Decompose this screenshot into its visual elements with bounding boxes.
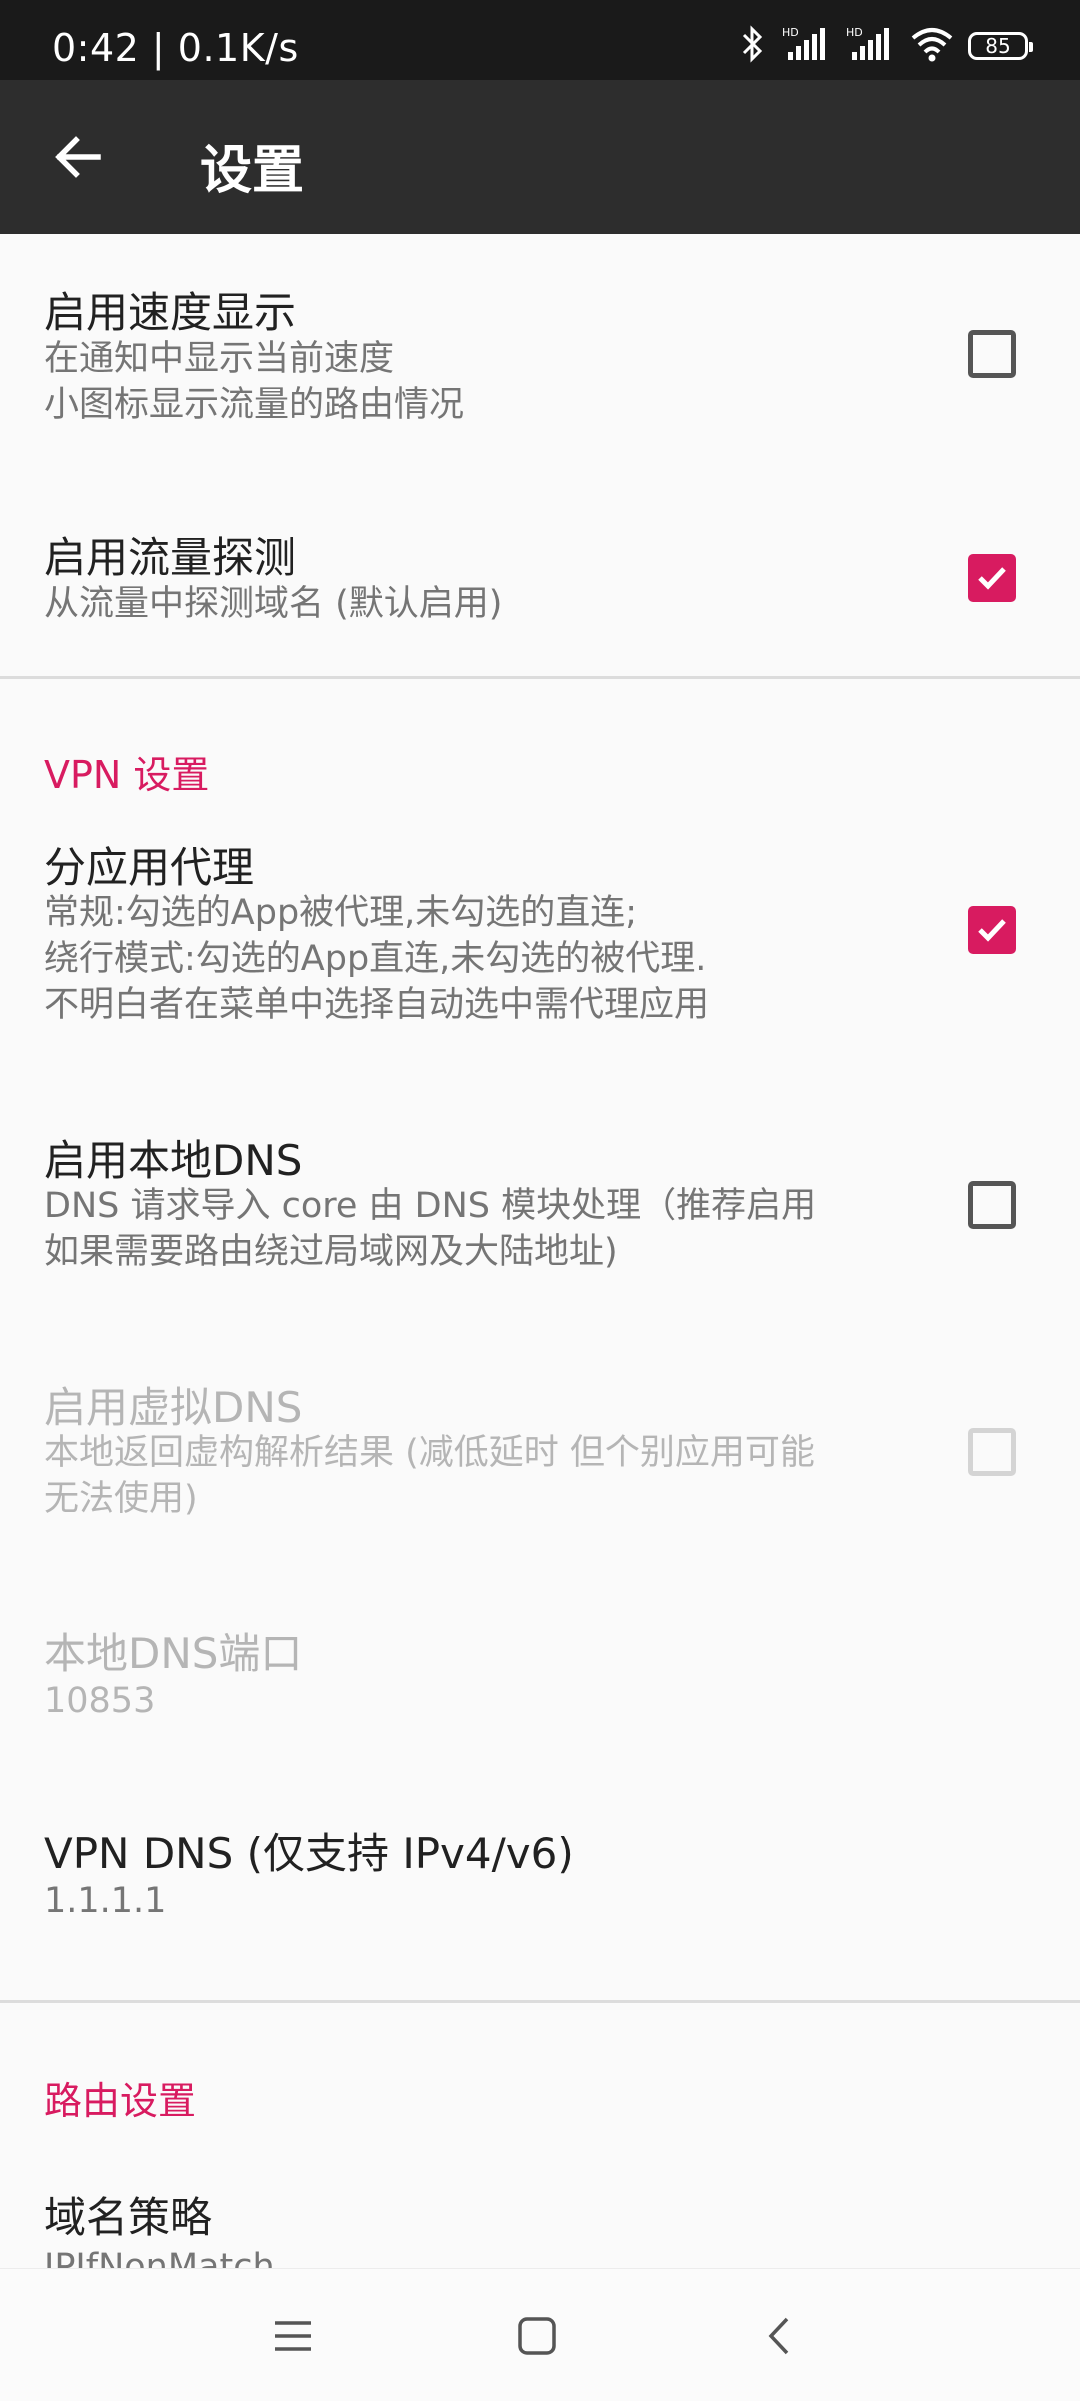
pref-sniffing[interactable]: 启用流量探测 从流量中探测域名 (默认启用) — [0, 494, 1080, 654]
page-title: 设置 — [200, 141, 305, 201]
pref-summary: 在通知中显示当前速度 — [44, 339, 395, 379]
pref-summary: 本地返回虚构解析结果 (减低延时 但个别应用可能 — [44, 1433, 815, 1473]
hd-signal-icon: HD — [782, 24, 832, 68]
menu-button[interactable] — [258, 2301, 328, 2371]
pref-title: 分应用代理 — [44, 843, 255, 892]
pref-summary: 如果需要路由绕过局域网及大陆地址) — [44, 1232, 618, 1272]
toolbar: 设置 — [0, 80, 1080, 234]
pref-summary: 绕行模式:勾选的App直连,未勾选的被代理. — [44, 939, 707, 979]
pref-value: 10853 — [44, 1681, 156, 1721]
svg-text:HD: HD — [782, 26, 799, 39]
pref-title: 启用流量探测 — [44, 533, 297, 582]
speed-display-checkbox[interactable] — [968, 330, 1016, 378]
status-time-speed: 0:42 | 0.1K/s — [52, 26, 299, 70]
pref-title: 启用本地DNS — [44, 1136, 303, 1185]
checkmark-icon — [978, 919, 1006, 942]
per-app-proxy-checkbox[interactable] — [968, 906, 1016, 954]
category-routing-settings: 路由设置 — [44, 2079, 197, 2123]
pref-value: 1.1.1.1 — [44, 1881, 167, 1921]
pref-summary: 从流量中探测域名 (默认启用) — [44, 584, 503, 624]
pref-value: IPIfNonMatch — [44, 2247, 275, 2268]
pref-title: 本地DNS端口 — [44, 1629, 303, 1678]
home-icon — [518, 2317, 556, 2355]
svg-text:HD: HD — [846, 26, 863, 39]
pref-fake-dns: 启用虚拟DNS 本地返回虚构解析结果 (减低延时 但个别应用可能 无法使用) — [0, 1374, 1080, 1574]
pref-summary: 无法使用) — [44, 1479, 198, 1519]
category-vpn-settings: VPN 设置 — [44, 753, 210, 797]
settings-list[interactable]: 启用速度显示 在通知中显示当前速度 小图标显示流量的路由情况 启用流量探测 从流… — [0, 234, 1080, 2268]
battery-level: 85 — [985, 34, 1011, 58]
navigation-bar — [0, 2268, 1080, 2401]
pref-title: VPN DNS (仅支持 IPv4/v6) — [44, 1829, 574, 1878]
status-bar: 0:42 | 0.1K/s HD HD 85 — [0, 0, 1080, 80]
pref-per-app-proxy[interactable]: 分应用代理 常规:勾选的App被代理,未勾选的直连; 绕行模式:勾选的App直连… — [0, 834, 1080, 1064]
checkmark-icon — [978, 567, 1006, 590]
pref-speed-display[interactable]: 启用速度显示 在通知中显示当前速度 小图标显示流量的路由情况 — [0, 234, 1080, 449]
back-button[interactable] — [28, 115, 128, 199]
pref-domain-strategy[interactable]: 域名策略 IPIfNonMatch — [0, 2184, 1080, 2268]
pref-title: 域名策略 — [44, 2193, 213, 2242]
arrow-left-icon — [55, 136, 101, 178]
hd-signal-icon: HD — [846, 24, 896, 68]
pref-local-dns-port: 本地DNS端口 10853 — [0, 1620, 1080, 1770]
pref-summary: 小图标显示流量的路由情况 — [44, 385, 465, 425]
sniffing-checkbox[interactable] — [968, 554, 1016, 602]
divider — [0, 2000, 1080, 2003]
menu-icon — [275, 2321, 311, 2351]
home-button[interactable] — [502, 2301, 572, 2371]
wifi-icon — [910, 24, 954, 68]
pref-summary: 常规:勾选的App被代理,未勾选的直连; — [44, 893, 638, 933]
fake-dns-checkbox — [968, 1428, 1016, 1476]
pref-local-dns[interactable]: 启用本地DNS DNS 请求导入 core 由 DNS 模块处理（推荐启用 如果… — [0, 1127, 1080, 1327]
status-icons: HD HD 85 — [738, 24, 1033, 68]
bluetooth-icon — [738, 24, 768, 68]
back-icon — [768, 2317, 789, 2355]
pref-vpn-dns[interactable]: VPN DNS (仅支持 IPv4/v6) 1.1.1.1 — [0, 1820, 1080, 1970]
battery-icon: 85 — [968, 32, 1033, 60]
pref-title: 启用虚拟DNS — [44, 1383, 303, 1432]
nav-back-button[interactable] — [745, 2301, 815, 2371]
pref-summary: 不明白者在菜单中选择自动选中需代理应用 — [44, 985, 710, 1025]
divider — [0, 676, 1080, 679]
local-dns-checkbox[interactable] — [968, 1181, 1016, 1229]
pref-title: 启用速度显示 — [44, 288, 297, 337]
pref-summary: DNS 请求导入 core 由 DNS 模块处理（推荐启用 — [44, 1186, 817, 1226]
